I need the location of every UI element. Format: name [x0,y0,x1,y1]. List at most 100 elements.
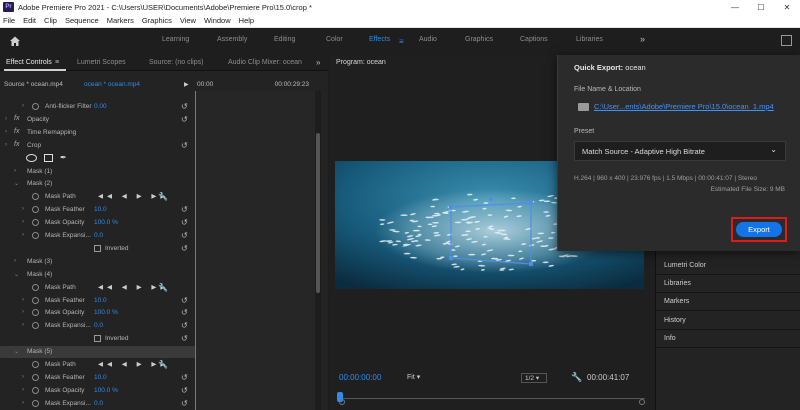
expand-arrow-icon[interactable]: › [22,103,24,109]
tab-audio-clip-mixer[interactable]: Audio Clip Mixer: ocean [228,59,302,66]
expand-arrow-icon[interactable]: › [5,142,7,148]
playhead-timecode[interactable]: 00:00:00:00 [339,373,381,382]
inverted-row[interactable]: Inverted ↺ [0,333,195,345]
wrench-icon[interactable]: 🔧 [158,192,168,201]
property-value[interactable]: 100.0 % [94,309,118,316]
property-value[interactable]: 0.0 [94,232,103,239]
effect-property-row[interactable]: › Mask Opacity 100.0 % ↺ [0,217,195,229]
vertical-scrollbar[interactable] [315,91,321,410]
menu-help[interactable]: Help [239,16,254,25]
effect-property-row[interactable]: › Mask Expansi... 0.0 ↺ [0,320,195,332]
menu-graphics[interactable]: Graphics [142,16,172,25]
expand-arrow-icon[interactable]: ⌄ [14,180,19,187]
maximize-button[interactable]: ☐ [748,0,774,14]
reset-icon[interactable]: ↺ [181,386,188,395]
expand-arrow-icon[interactable]: › [5,129,7,135]
property-value[interactable]: 10.0 [94,374,107,381]
program-scrub-bar[interactable] [337,392,645,405]
property-value[interactable]: 0.0 [94,400,103,407]
reset-icon[interactable]: ↺ [181,141,188,150]
source-clip-label[interactable]: Source * ocean.mp4 [4,81,63,88]
mask-path-row[interactable]: Mask Path ◀◀ ◀ ▶ ▶▶ 🔧 [0,359,195,371]
workspace-effects[interactable]: Effects [369,36,390,43]
property-value[interactable]: 100.0 % [94,387,118,394]
effect-row[interactable]: › fx Opacity ↺ [0,114,195,126]
expand-arrow-icon[interactable]: › [22,309,24,315]
expand-arrow-icon[interactable]: › [22,297,24,303]
stopwatch-icon[interactable] [32,232,39,239]
mask-row[interactable]: ⌄ Mask (5) [0,346,195,359]
workspace-color[interactable]: Color [326,36,343,43]
effect-property-row[interactable]: › Mask Feather 10.0 ↺ [0,204,195,216]
reset-icon[interactable]: ↺ [181,321,188,330]
sequence-clip-label[interactable]: ocean * ocean.mp4 [84,81,140,88]
workspace-editing[interactable]: Editing [274,36,295,43]
property-value[interactable]: 0.0 [94,322,103,329]
mask-row[interactable]: › Mask (1) [0,166,195,178]
mask-vertex[interactable] [449,205,453,209]
reset-icon[interactable]: ↺ [181,373,188,382]
stopwatch-icon[interactable] [32,361,39,368]
stopwatch-icon[interactable] [32,322,39,330]
mask-row[interactable]: › Mask (3) [0,256,195,268]
workspace-assembly[interactable]: Assembly [217,36,247,43]
mask-path-row[interactable]: Mask Path ◀◀ ◀ ▶ ▶▶ 🔧 [0,191,195,203]
panel-lumetri-color[interactable]: Lumetri Color [656,257,800,275]
menu-markers[interactable]: Markers [107,16,134,25]
close-button[interactable]: ✕ [774,0,800,14]
expand-arrow-icon[interactable]: ⌄ [14,271,19,278]
resolution-dropdown[interactable]: 1/2 ▾ [521,373,547,383]
expand-arrow-icon[interactable]: › [22,400,24,406]
effect-row[interactable]: › fx Time Remapping [0,127,195,139]
effect-row[interactable]: › fx Crop ↺ [0,140,195,152]
stopwatch-icon[interactable] [32,219,39,227]
tab-lumetri-scopes[interactable]: Lumetri Scopes [77,59,126,66]
expand-arrow-icon[interactable]: › [22,322,24,328]
reset-icon[interactable]: ↺ [181,334,188,343]
stopwatch-icon[interactable] [32,296,39,304]
pen-mask-icon[interactable]: ✒ [60,153,67,162]
stopwatch-icon[interactable] [32,373,39,381]
wrench-icon[interactable]: 🔧 [571,372,582,383]
expand-arrow-icon[interactable]: ⌄ [14,348,19,355]
workspaces-overflow-button[interactable]: » [640,34,645,44]
effect-property-row[interactable]: › Mask Feather 10.0 ↺ [0,372,195,384]
reset-icon[interactable]: ↺ [181,102,188,111]
effect-property-row[interactable]: › Mask Expansi... 0.0 ↺ [0,230,195,242]
expand-arrow-icon[interactable]: › [22,232,24,238]
stopwatch-icon[interactable] [32,283,39,291]
tab-source[interactable]: Source: (no clips) [149,59,203,66]
property-value[interactable]: 10.0 [94,297,107,304]
panel-info[interactable]: Info [656,330,800,348]
tab-program-monitor[interactable]: Program: ocean [336,59,386,66]
menu-edit[interactable]: Edit [23,16,36,25]
fx-icon[interactable]: fx [14,115,19,122]
export-button[interactable]: Export [736,222,782,237]
mask-vertex[interactable] [529,262,533,266]
workspace-graphics[interactable]: Graphics [465,36,493,43]
reset-icon[interactable]: ↺ [181,231,188,240]
wrench-icon[interactable]: 🔧 [158,360,168,369]
stopwatch-icon[interactable] [32,103,39,110]
stopwatch-icon[interactable] [32,309,39,317]
fx-icon[interactable]: fx [14,141,19,148]
fit-dropdown[interactable]: Fit ▾ [407,373,420,381]
expand-arrow-icon[interactable]: › [14,168,16,174]
effect-property-row[interactable]: › Mask Opacity 100.0 % ↺ [0,307,195,319]
share-icon[interactable] [781,35,792,46]
mask-vertex[interactable] [529,201,533,205]
panel-markers[interactable]: Markers [656,293,800,311]
stopwatch-icon[interactable] [32,399,39,407]
mask-feather-handle[interactable] [489,197,493,201]
inverted-row[interactable]: Inverted ↺ [0,243,195,255]
property-value[interactable]: 0.00 [94,103,107,110]
tab-effect-controls[interactable]: Effect Controls [6,59,52,66]
mini-timeline[interactable] [195,91,315,410]
effect-property-row[interactable]: › Mask Expansi... 0.0 ↺ [0,398,195,410]
inverted-checkbox[interactable] [94,244,101,252]
mask-vertex[interactable] [449,256,453,260]
reset-icon[interactable]: ↺ [181,296,188,305]
stopwatch-icon[interactable] [32,193,39,201]
expand-arrow-icon[interactable]: › [22,374,24,380]
mask-row[interactable]: ⌄ Mask (2) [0,178,195,190]
